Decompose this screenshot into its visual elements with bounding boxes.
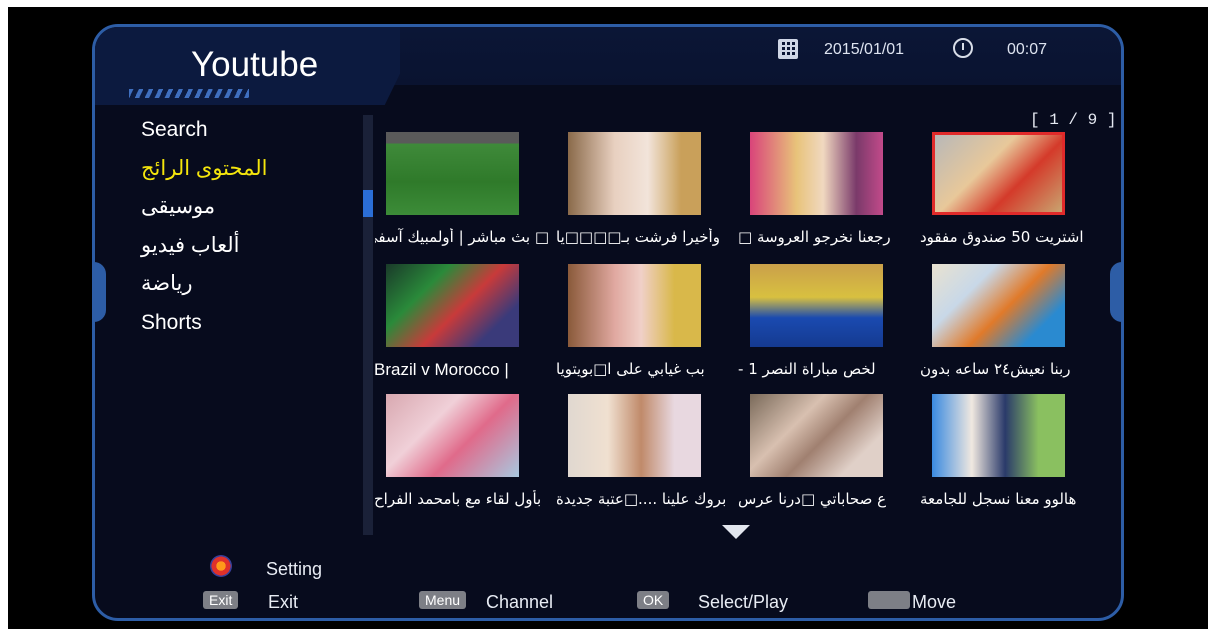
girls-faces-thumbnail <box>750 132 883 215</box>
menu-item-search[interactable]: Search <box>141 111 341 150</box>
video-title: بروك علينا ....□عتبة جديدة <box>556 490 727 508</box>
scrollbar-track[interactable] <box>363 115 373 535</box>
move-label[interactable]: Move <box>912 592 956 613</box>
title-decoration <box>129 89 249 98</box>
full-highlights-thumbnail <box>750 264 883 347</box>
box-store-thumbnail <box>932 132 1065 215</box>
tv-screen: Youtube 2015/01/01 00:07 Search المحتوى … <box>8 7 1208 629</box>
video-title: لخص مباراة النصر 1 - <box>738 360 876 378</box>
wedding-collage-thumbnail <box>750 394 883 477</box>
select-play-label[interactable]: Select/Play <box>698 592 788 613</box>
football-pitch-thumbnail <box>386 132 519 215</box>
video-title: ربنا نعيش٢٤ ساعه بدون <box>920 360 1071 378</box>
24h-challenge-thumbnail <box>932 264 1065 347</box>
video-title: □ بث مباشر | أولمبيك آسفي <box>375 228 549 246</box>
girl-room-thumbnail <box>568 132 701 215</box>
menu-item-trending[interactable]: المحتوى الرائج <box>141 150 341 189</box>
menu-item-shorts[interactable]: Shorts <box>141 304 341 343</box>
youtube-panel: Youtube 2015/01/01 00:07 Search المحتوى … <box>92 24 1124 621</box>
video-title: ع صحاباتي □درنا عرس <box>738 490 887 508</box>
setting-icon <box>210 555 232 577</box>
alarm-clock-icon <box>953 38 973 58</box>
video-title: بأول لقاء مع بامحمد الفراح <box>375 490 542 508</box>
scroll-down-arrow-icon[interactable] <box>722 525 750 539</box>
time-display: 00:07 <box>1007 41 1048 58</box>
girl-cartoon-thumbnail <box>568 264 701 347</box>
baby-thumbnail <box>386 394 519 477</box>
channel-label[interactable]: Channel <box>486 592 553 613</box>
menu-item-gaming[interactable]: ألعاب فيديو <box>141 227 341 266</box>
right-side-notch <box>1110 262 1124 322</box>
family-thumbnail <box>568 394 701 477</box>
exit-key-badge: Exit <box>203 591 239 609</box>
calendar-icon <box>778 39 798 59</box>
left-side-notch <box>92 262 106 322</box>
highlights-thumbnail <box>386 264 519 347</box>
exit-label[interactable]: Exit <box>268 592 298 613</box>
video-grid: اشتريت 50 صندوق مفقود رجعنا نخرجو العروس… <box>375 132 1095 527</box>
dpad-move-icon <box>868 591 910 609</box>
video-title: Brazil v Morocco | <box>375 360 509 379</box>
video-title: بب غيابي على ا□بويتويا <box>556 360 705 378</box>
menu-item-sports[interactable]: رياضة <box>141 265 341 304</box>
university-thumbnail <box>932 394 1065 477</box>
ok-key-badge: OK <box>637 591 670 609</box>
page-indicator: [ 1 / 9 ] <box>1030 111 1117 129</box>
category-menu: Search المحتوى الرائج موسيقى ألعاب فيديو… <box>141 111 341 343</box>
video-title: اشتريت 50 صندوق مفقود <box>920 228 1084 246</box>
menu-item-music[interactable]: موسيقى <box>141 188 341 227</box>
scrollbar-thumb[interactable] <box>363 190 373 217</box>
video-title: وأخيرا فرشت بـ□□□□يا <box>556 228 720 246</box>
video-title: رجعنا نخرجو العروسة □ <box>738 228 891 246</box>
date-display: 2015/01/01 <box>824 41 905 58</box>
video-title: هالوو معنا نسجل للجامعة <box>920 490 1077 508</box>
setting-label[interactable]: Setting <box>266 559 322 580</box>
app-title: Youtube <box>191 45 319 84</box>
menu-key-badge: Menu <box>419 591 467 609</box>
